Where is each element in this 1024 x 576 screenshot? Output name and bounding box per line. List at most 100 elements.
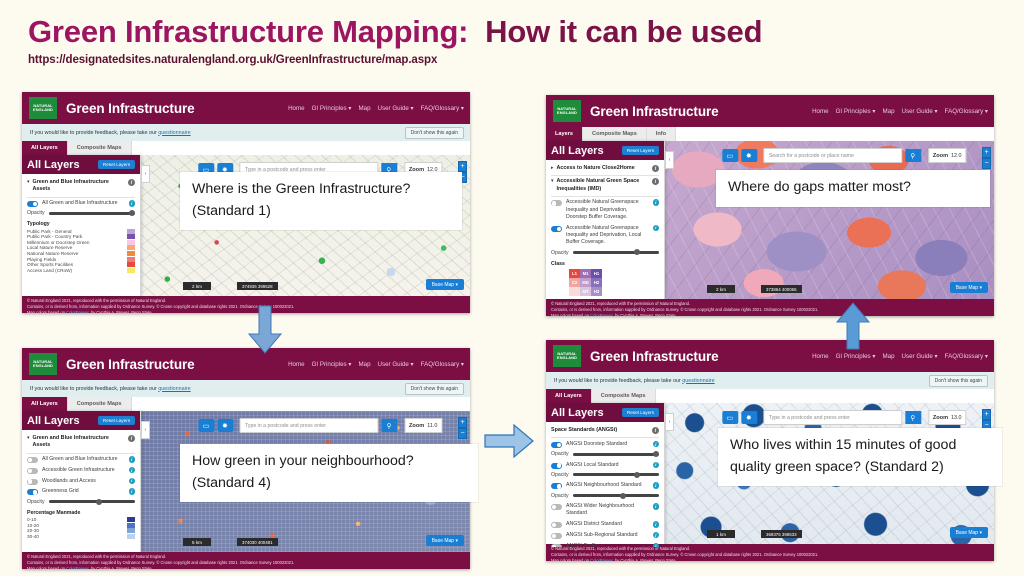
reset-layers-button[interactable]: Reset Layers (97, 160, 135, 169)
search-icon[interactable]: ⚲ (904, 149, 921, 162)
info-icon[interactable]: i (652, 461, 659, 469)
info-icon[interactable]: i (652, 503, 659, 510)
nav-item-map[interactable]: Map (882, 108, 894, 115)
layer-row[interactable]: ANGSt Wider Neighbourhood Standard i (551, 501, 659, 519)
tab-layers[interactable]: Layers (546, 127, 584, 141)
opacity-slider[interactable]: Opacity (27, 208, 135, 218)
collapse-sidebar-icon[interactable]: ‹ (141, 421, 150, 439)
basemap-button[interactable]: Base Map ▾ (949, 282, 988, 293)
info-icon[interactable]: i (652, 521, 659, 528)
info-icon[interactable]: i (128, 488, 135, 495)
slider-knob[interactable] (96, 498, 103, 505)
layer-row[interactable]: Woodlands and Access i (27, 475, 135, 486)
layer-row[interactable]: ANGSt Profile i (551, 540, 659, 547)
nav-item-faq-glossary[interactable]: FAQ/Glossary ▾ (945, 353, 988, 360)
nav-item-user-guide[interactable]: User Guide ▾ (378, 361, 414, 368)
layer-row[interactable]: ANGSt Doorstep Standard i (551, 438, 659, 449)
nav-item-faq-glossary[interactable]: FAQ/Glossary ▾ (945, 108, 988, 115)
slider-knob[interactable] (653, 450, 659, 457)
search-input[interactable]: Type in a postcode and press enter (238, 418, 378, 433)
nav-item-faq-glossary[interactable]: FAQ/Glossary ▾ (421, 105, 464, 112)
info-icon[interactable]: i (652, 542, 659, 547)
layer-row[interactable]: Accessible Natural Greenspace Inequality… (551, 222, 659, 247)
tab-all-layers[interactable]: All Layers (22, 397, 68, 411)
layer-row[interactable]: ANGSt District Standard i (551, 519, 659, 530)
layer-row[interactable]: ANGSt Sub-Regional Standard i (551, 529, 659, 540)
opacity-slider[interactable]: Opacity (27, 497, 135, 507)
measure-icon[interactable]: ▭ (721, 149, 738, 162)
info-icon[interactable]: i (652, 427, 659, 434)
layer-toggle[interactable] (551, 532, 562, 539)
nav-item-user-guide[interactable]: User Guide ▾ (378, 105, 414, 112)
info-icon[interactable]: i (128, 456, 135, 463)
info-icon[interactable]: i (652, 531, 659, 539)
collapse-sidebar-icon[interactable]: ‹ (141, 165, 150, 183)
zoom-in-button[interactable]: + (458, 161, 467, 172)
layer-toggle[interactable] (27, 489, 38, 496)
layer-group-access-to-nature[interactable]: ▸ Access to Nature Close2Home i (551, 163, 659, 177)
info-icon[interactable]: i (652, 178, 659, 186)
layer-row[interactable]: Accessible Green Infrastructure i (27, 464, 135, 475)
layer-toggle[interactable] (551, 504, 562, 511)
nav-item-gi-principles[interactable]: GI Principles ▾ (836, 108, 876, 115)
layer-toggle[interactable] (27, 467, 38, 474)
nav-item-home[interactable]: Home (812, 353, 829, 360)
slider-track[interactable] (572, 249, 659, 256)
layer-group-gi-assets[interactable]: ▾ Green and Blue Infrastructure Assets i (27, 433, 135, 454)
nav-item-gi-principles[interactable]: GI Principles ▾ (312, 105, 352, 112)
layer-toggle[interactable] (27, 201, 38, 208)
basemap-button[interactable]: Base Map ▾ (949, 527, 988, 538)
slider-knob[interactable] (634, 471, 640, 478)
slider-knob[interactable] (634, 249, 640, 256)
tab-all-layers[interactable]: All Layers (546, 389, 592, 403)
zoom-in-button[interactable]: + (982, 409, 991, 420)
layer-row[interactable]: ANGSt Local Standard i (551, 459, 659, 470)
colorbrewer-link[interactable]: ColorBrewer (590, 313, 613, 316)
slider-track[interactable] (48, 498, 135, 505)
search-icon[interactable]: ⚲ (904, 411, 921, 424)
zoom-in-button[interactable]: + (458, 417, 467, 428)
colorbrewer-link[interactable]: ColorBrewer (66, 566, 89, 569)
zoom-out-button[interactable]: − (458, 428, 467, 439)
layer-toggle[interactable] (27, 457, 38, 464)
sidebar-scroll[interactable]: Space Standards (ANGSt) i ANGSt Doorstep… (546, 422, 664, 547)
slider-track[interactable] (572, 492, 659, 499)
collapse-sidebar-icon[interactable]: ‹ (665, 151, 674, 169)
info-icon[interactable]: i (128, 477, 135, 485)
collapse-sidebar-icon[interactable]: ‹ (665, 413, 674, 431)
layer-group-space-standards[interactable]: Space Standards (ANGSt) i (551, 425, 659, 439)
nav-item-map[interactable]: Map (358, 105, 370, 112)
slider-knob[interactable] (129, 210, 135, 217)
opacity-slider[interactable]: Opacity (551, 470, 659, 480)
opacity-slider[interactable]: Opacity (551, 491, 659, 501)
info-icon[interactable]: i (652, 224, 659, 232)
zoom-out-button[interactable]: − (982, 158, 991, 169)
layer-toggle[interactable] (551, 483, 562, 490)
layer-row[interactable]: Accessible Natural Greenspace Inequality… (551, 197, 659, 222)
colorbrewer-link[interactable]: ColorBrewer (66, 310, 89, 313)
tab-all-layers[interactable]: All Layers (22, 141, 68, 155)
info-icon[interactable]: i (128, 466, 135, 474)
search-input[interactable]: Type in a postcode and press enter (762, 410, 902, 425)
nav-item-home[interactable]: Home (812, 108, 829, 115)
basemap-button[interactable]: Base Map ▾ (425, 279, 464, 290)
layer-group-gi-assets[interactable]: ▾ Green and Blue Infrastructure Assets i (27, 177, 135, 198)
layer-toggle[interactable] (551, 441, 562, 448)
tab-info[interactable]: Info (646, 127, 677, 141)
opacity-slider[interactable]: Opacity (551, 449, 659, 459)
tab-composite-maps[interactable]: Composite Maps (67, 397, 132, 411)
reset-layers-button[interactable]: Reset Layers (621, 408, 659, 417)
questionnaire-link[interactable]: questionnaire (158, 130, 190, 136)
nav-item-home[interactable]: Home (288, 105, 305, 112)
nav-item-home[interactable]: Home (288, 361, 305, 368)
slider-track[interactable] (572, 450, 659, 457)
tab-composite-maps[interactable]: Composite Maps (591, 389, 656, 403)
zoom-in-button[interactable]: + (982, 147, 991, 158)
nav-item-map[interactable]: Map (882, 353, 894, 360)
layer-toggle[interactable] (27, 478, 38, 485)
locate-icon[interactable]: ✸ (216, 419, 233, 432)
info-icon[interactable]: i (652, 440, 659, 448)
dismiss-feedback-button[interactable]: Don't show this again (404, 126, 464, 139)
slider-track[interactable] (572, 471, 659, 478)
reset-layers-button[interactable]: Reset Layers (621, 146, 659, 155)
